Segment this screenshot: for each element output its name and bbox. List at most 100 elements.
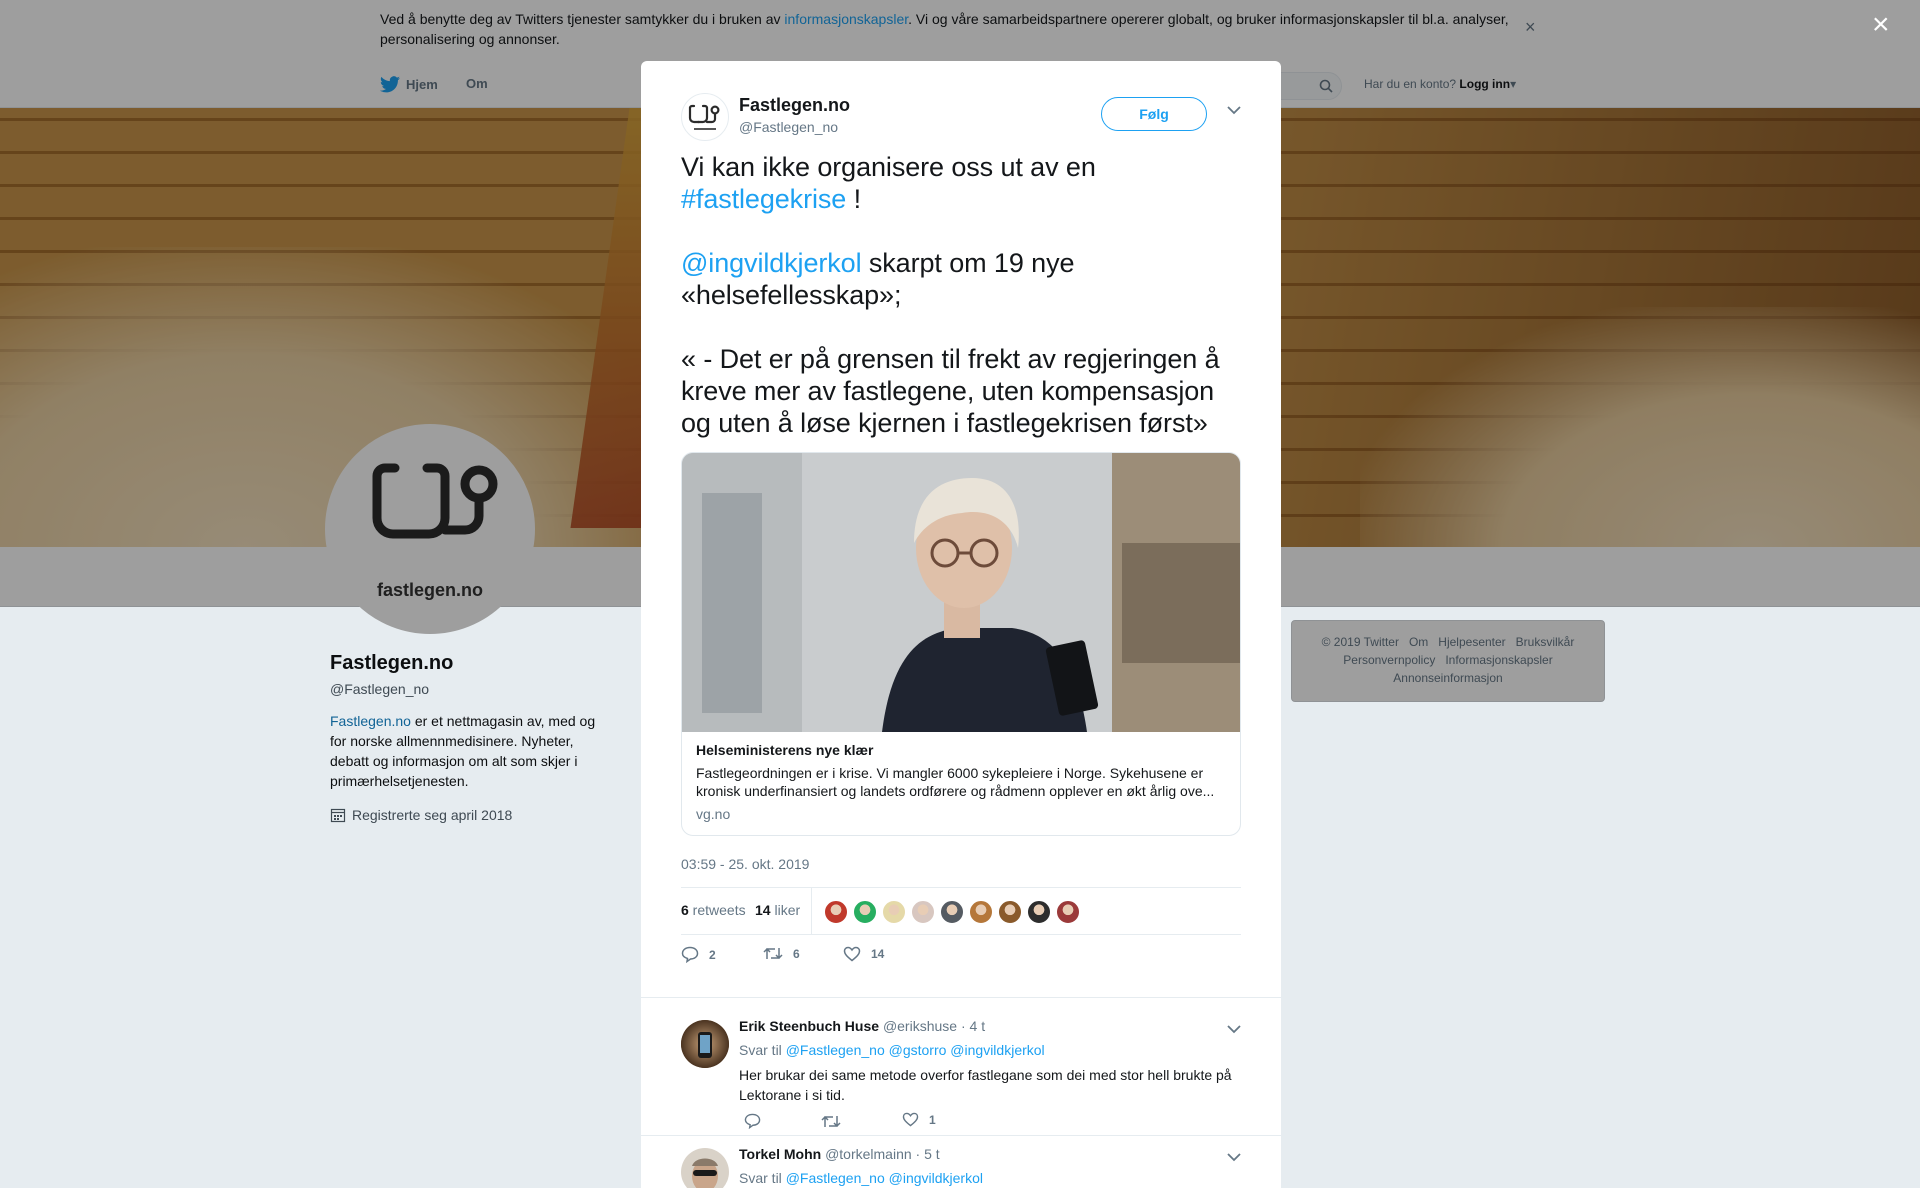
footer-row-3: Annonseinformasjon [1292,669,1604,687]
tweet-text-start: Vi kan ikke organisere oss ut av en [681,152,1096,182]
reply-to: Svar til @Fastlegen_no @ingvildkjerkol [739,1170,983,1186]
cookie-close-button[interactable]: × [1525,17,1536,37]
liker-avatar[interactable] [1056,900,1080,924]
retweet-button[interactable]: 6 [763,946,800,961]
reply-time[interactable]: · 4 t [961,1018,985,1034]
reply-text: Her brukar dei same metode overfor fastl… [739,1067,1232,1103]
account-prompt-text: Har du en konto? [1364,77,1457,91]
footer-copyright: © 2019 Twitter [1321,635,1399,649]
reply-avatar[interactable] [681,1148,729,1188]
reply-to-mentions[interactable]: @Fastlegen_no @gstorro @ingvildkjerkol [786,1042,1045,1058]
card-title: Helseministerens nye klær [696,742,874,758]
reply-author-name[interactable]: Erik Steenbuch Huse [739,1018,879,1034]
tweet-text: Vi kan ikke organisere oss ut av en #fas… [681,151,1251,439]
account-prompt: Har du en konto? Logg inn▾ [1364,77,1516,91]
nav-about-link[interactable]: Om [466,76,488,91]
stats-divider [811,888,812,934]
liker-avatar[interactable] [969,900,993,924]
nav-home-link[interactable]: Hjem [380,76,438,93]
liker-avatar[interactable] [853,900,877,924]
chevron-down-icon[interactable] [1227,105,1241,115]
avatar-wordmark: fastlegen.no [376,580,483,600]
footer-link-about[interactable]: Om [1409,635,1428,649]
reply-tweet[interactable]: Torkel Mohn @torkelmainn · 5 t Svar til … [641,1135,1281,1188]
footer-row-2: Personvernpolicy Informasjonskapsler [1292,651,1604,669]
liker-avatar[interactable] [1027,900,1051,924]
cookie-text-start: Ved å benytte deg av Twitters tjenester … [380,11,785,27]
tweet-line-3: @ingvildkjerkol skarpt om 19 nye «helsef… [681,247,1251,311]
reply-icon[interactable] [744,1113,761,1129]
likes-count: 14 [755,902,771,918]
liker-avatar[interactable] [940,900,964,924]
card-domain: vg.no [696,806,731,822]
reply-tweet[interactable]: Erik Steenbuch Huse @erikshuse · 4 t Sva… [641,997,1281,1135]
link-card[interactable]: Helseministerens nye klær Fastlegeordnin… [681,452,1241,836]
tweet-actions: 2 6 14 [681,946,1241,976]
retweet-icon[interactable] [821,1114,841,1129]
liker-avatar[interactable] [998,900,1022,924]
author-avatar[interactable] [681,93,729,141]
tweet-quote: « - Det er på grensen til frekt av regje… [681,344,1220,438]
profile-name[interactable]: Fastlegen.no [330,652,600,675]
retweet-icon [763,947,783,960]
footer-link-terms[interactable]: Bruksvilkår [1516,635,1575,649]
joined-text: Registrerte seg april 2018 [352,807,513,823]
footer-link-cookies[interactable]: Informasjonskapsler [1445,653,1552,667]
reply-author-handle[interactable]: @erikshuse [883,1018,957,1034]
likes-label: liker [770,902,801,918]
reply-to-label: Svar til [739,1042,786,1058]
tweet-timestamp[interactable]: 03:59 - 25. okt. 2019 [681,856,809,872]
hashtag-link[interactable]: #fastlegekrise [681,184,846,214]
mention-link[interactable]: @ingvildkjerkol [681,248,862,278]
author-name[interactable]: Fastlegen.no [739,95,850,116]
footer-link-help[interactable]: Hjelpesenter [1438,635,1505,649]
reply-button[interactable]: 2 [681,946,716,963]
nav-home-label: Hjem [406,77,438,92]
footer-link-privacy[interactable]: Personvernpolicy [1343,653,1435,667]
tweet-line-1: Vi kan ikke organisere oss ut av en [681,151,1251,183]
retweets-label: retweets [688,902,746,918]
reply-icon [681,946,699,963]
retweets-stat[interactable]: 6 retweets [681,902,746,918]
reply-author-handle[interactable]: @torkelmainn [825,1146,912,1162]
footer-link-ads-info[interactable]: Annonseinformasjon [1393,671,1502,685]
twitter-bird-icon [380,76,400,93]
retweet-count: 6 [793,946,800,961]
likes-stat[interactable]: 14 liker [755,902,800,918]
footer-row-1: © 2019 Twitter Om Hjelpesenter Bruksvilkår [1292,633,1604,651]
tweet-line-2: #fastlegekrise ! [681,183,1251,215]
reply-to-label: Svar til [739,1170,786,1186]
reply-like-button[interactable]: 1 [902,1112,936,1127]
heart-icon [902,1112,919,1127]
reply-avatar[interactable] [681,1020,729,1068]
reply-time[interactable]: · 5 t [916,1146,940,1162]
reply-author-name[interactable]: Torkel Mohn [739,1146,821,1162]
profile-bio: Fastlegen.no er et nettmagasin av, med o… [330,711,600,791]
search-icon [1319,79,1333,93]
reply-header: Erik Steenbuch Huse @erikshuse · 4 t [739,1018,985,1034]
follow-button[interactable]: Følg [1101,97,1207,131]
reply-actions: 1 [739,1110,1039,1134]
liker-avatar[interactable] [911,900,935,924]
like-button[interactable]: 14 [843,946,884,962]
reply-header: Torkel Mohn @torkelmainn · 5 t [739,1146,940,1162]
retweets-count: 6 [681,902,689,918]
profile-info: Fastlegen.no @Fastlegen_no Fastlegen.no … [330,652,600,823]
chevron-down-icon[interactable] [1227,1152,1241,1162]
close-overlay-button[interactable]: × [1872,10,1890,40]
liker-avatar[interactable] [824,900,848,924]
reply-like-count: 1 [929,1112,936,1127]
tweet-exclaim: ! [846,184,862,214]
card-photo-illustration [682,453,1240,732]
heart-icon [843,946,861,962]
bio-link[interactable]: Fastlegen.no [330,713,411,729]
profile-avatar[interactable]: fastlegen.no [325,424,535,634]
login-button[interactable]: Logg inn [1459,77,1510,91]
liker-avatar[interactable] [882,900,906,924]
cookie-link[interactable]: informasjonskapsler [784,11,908,27]
like-count: 14 [871,947,885,961]
chevron-down-icon[interactable] [1227,1024,1241,1034]
profile-handle[interactable]: @Fastlegen_no [330,681,600,697]
author-handle[interactable]: @Fastlegen_no [739,119,838,135]
reply-to-mentions[interactable]: @Fastlegen_no @ingvildkjerkol [786,1170,983,1186]
